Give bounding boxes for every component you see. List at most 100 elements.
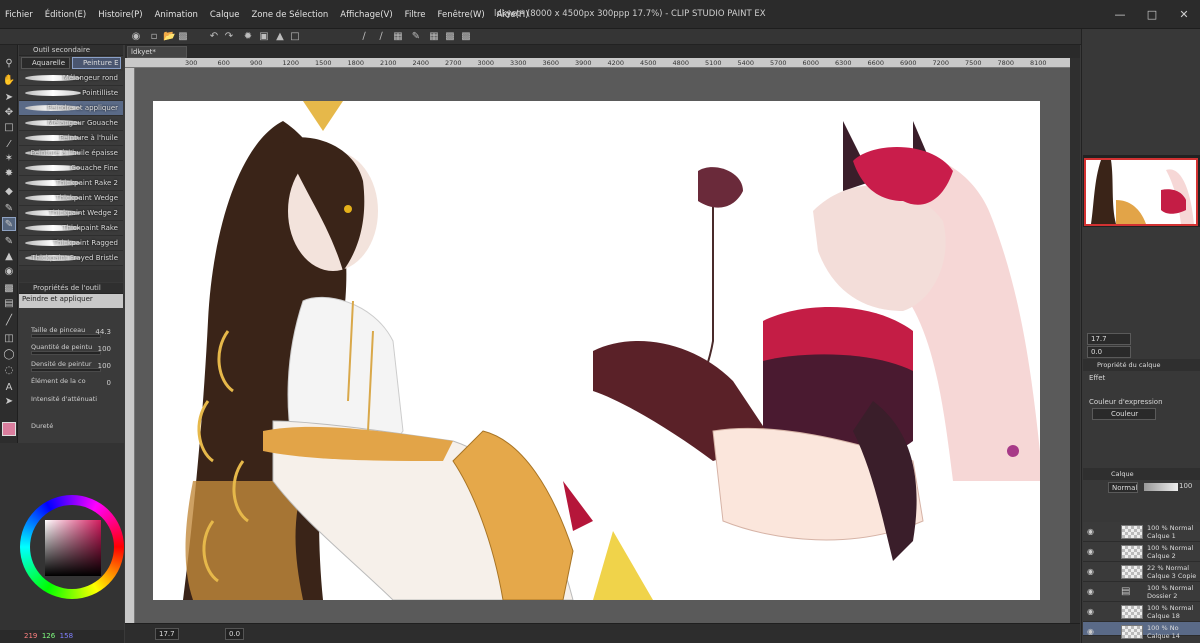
crop-icon[interactable]: □ — [289, 31, 301, 43]
menu-filtre[interactable]: Filtre — [399, 10, 432, 20]
snap-grid-icon[interactable]: ▦ — [392, 31, 404, 43]
erase-icon[interactable]: ▣ — [258, 31, 270, 43]
brush-item[interactable]: Peindre et appliquer — [19, 101, 123, 116]
eye-icon[interactable]: ◉ — [1087, 547, 1094, 556]
layer-row[interactable]: ◉ 100 % Normal Calque 2 — [1083, 542, 1200, 562]
tab-aquarelle[interactable]: Aquarelle — [21, 57, 70, 69]
frame-icon[interactable]: ◫ — [2, 332, 16, 346]
document-tab[interactable]: ldkyet* — [127, 46, 187, 58]
layer-row[interactable]: ◉ 100 % Normal Calque 18 — [1083, 602, 1200, 622]
brush-item[interactable]: Mélangeur rond — [19, 71, 123, 86]
eyedropper-icon[interactable]: ⁄ — [2, 138, 16, 152]
brush-item[interactable]: Thickpaint Frayed Bristle — [19, 251, 123, 266]
airbrush-icon[interactable]: ✎ — [2, 235, 16, 249]
menu-histoire[interactable]: Histoire(P) — [92, 10, 148, 20]
snap-special-ruler-icon[interactable]: ∕ — [375, 31, 387, 43]
eye-icon[interactable]: ◉ — [1087, 587, 1094, 596]
paint-amount-row[interactable]: Quantité de peintu 100 — [19, 341, 123, 357]
paint-density-slider[interactable] — [31, 368, 101, 372]
nav-zoom-field[interactable]: 17.7 — [1087, 333, 1131, 345]
open-file-icon[interactable]: 📂 — [163, 31, 175, 43]
menu-fenetre[interactable]: Fenêtre(W) — [432, 10, 491, 20]
save-icon[interactable]: ▩ — [177, 31, 189, 43]
opacity-value[interactable]: 100 — [1179, 482, 1192, 490]
brush-item[interactable]: Peinture à l'huile — [19, 131, 123, 146]
nav-rotation-field[interactable]: 0.0 — [1087, 346, 1131, 358]
zoom-value[interactable]: 17.7 — [155, 628, 179, 640]
attenuation-row[interactable]: Intensité d'atténuati — [19, 393, 123, 409]
layer-row[interactable]: ◉ 22 % Normal Calque 3 Copie — [1083, 562, 1200, 582]
color-stretch-row[interactable]: Élément de la co 0 — [19, 375, 123, 391]
canvas[interactable] — [153, 101, 1040, 600]
paint-amount-slider[interactable] — [31, 351, 101, 355]
brush-item[interactable]: Thickpaint Rake — [19, 221, 123, 236]
menu-fichier[interactable]: Fichier — [0, 10, 39, 20]
app-icon[interactable]: ◉ — [130, 31, 142, 43]
eye-icon[interactable]: ◉ — [1087, 527, 1094, 536]
navigator-preview[interactable] — [1084, 158, 1198, 226]
balloon-icon[interactable]: ◌ — [2, 364, 16, 378]
checker-2-icon[interactable]: ▩ — [460, 31, 472, 43]
main-color-swatch[interactable] — [2, 422, 16, 436]
menu-affichage[interactable]: Affichage(V) — [334, 10, 398, 20]
redo-icon[interactable]: ↷ — [223, 31, 235, 43]
brush-size-slider[interactable] — [31, 334, 101, 338]
menu-calque[interactable]: Calque — [204, 10, 246, 20]
layer-tab[interactable]: Calque — [1111, 470, 1134, 478]
menu-animation[interactable]: Animation — [149, 10, 204, 20]
brush-item[interactable]: Thickpaint Ragged — [19, 236, 123, 251]
brush-item[interactable]: Thickpaint Wedge 2 — [19, 206, 123, 221]
transparent-icon[interactable]: ▦ — [428, 31, 440, 43]
snap-ruler-icon[interactable]: ∕ — [358, 31, 370, 43]
draw-icon[interactable]: ✎ — [410, 31, 422, 43]
brush-item[interactable]: Peinture à l'huile épaisse — [19, 146, 123, 161]
expression-color-dropdown[interactable]: Couleur — [1092, 408, 1156, 420]
brush-item[interactable]: Thickpaint Rake 2 — [19, 176, 123, 191]
rotation-value[interactable]: 0.0 — [225, 628, 245, 640]
fill-icon[interactable]: ▲ — [274, 31, 286, 43]
zoom-tool-icon[interactable]: ⚲ — [2, 57, 16, 71]
figure-icon[interactable]: ╱ — [2, 314, 16, 328]
text-tool-icon[interactable]: A — [2, 381, 16, 395]
gradient-icon[interactable]: ▤ — [2, 297, 16, 311]
layer-row[interactable]: ◉ 100 % No Calque 14 — [1083, 622, 1200, 640]
brush-item[interactable]: Thickpaint Wedge — [19, 191, 123, 206]
hand-tool-icon[interactable]: ✋ — [2, 74, 16, 88]
eye-icon[interactable]: ◉ — [1087, 567, 1094, 576]
layer-row[interactable]: ◉ ▤ 100 % Normal Dossier 2 — [1083, 582, 1200, 602]
menu-edition[interactable]: Édition(E) — [39, 10, 92, 20]
brush-item[interactable]: Pointilliste — [19, 86, 123, 101]
eye-icon[interactable]: ◉ — [1087, 607, 1094, 616]
canvas-scrollbar[interactable] — [1070, 58, 1080, 633]
fill-tool-icon[interactable]: ▩ — [2, 282, 16, 296]
blend-mode-dropdown[interactable]: Normal — [1108, 482, 1138, 493]
brush-size-row[interactable]: Taille de pinceau 44.3 — [19, 324, 123, 340]
loading-icon[interactable]: ✹ — [242, 31, 254, 43]
paint-density-row[interactable]: Densité de peintur 100 — [19, 358, 123, 374]
selection-icon[interactable]: □ — [2, 121, 16, 135]
move-layer-icon[interactable]: ✥ — [2, 106, 16, 120]
correct-line-icon[interactable]: ➤ — [2, 395, 16, 409]
operation-tool-icon[interactable]: ➤ — [2, 91, 16, 105]
color-stretch-value[interactable]: 0 — [107, 379, 111, 387]
new-file-icon[interactable]: ▫ — [148, 31, 160, 43]
auto-select-icon[interactable]: ✶ — [2, 152, 16, 166]
saturation-value-square[interactable] — [45, 520, 101, 576]
eraser-icon[interactable]: ◆ — [2, 185, 16, 199]
brush-item[interactable]: Gouache Fine — [19, 161, 123, 176]
layer-row[interactable]: ◉ 100 % Normal Calque 1 — [1083, 522, 1200, 542]
eye-icon[interactable]: ◉ — [1087, 627, 1094, 636]
close-icon[interactable]: ✕ — [1168, 0, 1200, 29]
maximize-icon[interactable]: □ — [1136, 0, 1168, 29]
blend-icon[interactable]: ◉ — [2, 265, 16, 279]
star-tool-icon[interactable]: ✸ — [2, 167, 16, 181]
menu-selection[interactable]: Zone de Sélection — [245, 10, 334, 20]
decoration-icon[interactable]: ▲ — [2, 250, 16, 264]
undo-icon[interactable]: ↶ — [208, 31, 220, 43]
pen-icon[interactable]: ✎ — [2, 202, 16, 216]
tab-peinture[interactable]: Peinture E — [72, 57, 121, 69]
checker-icon[interactable]: ▩ — [444, 31, 456, 43]
ruler-icon[interactable]: ◯ — [2, 348, 16, 362]
brush-item[interactable]: Mélangeur Gouache — [19, 116, 123, 131]
minimize-icon[interactable]: — — [1104, 0, 1136, 29]
